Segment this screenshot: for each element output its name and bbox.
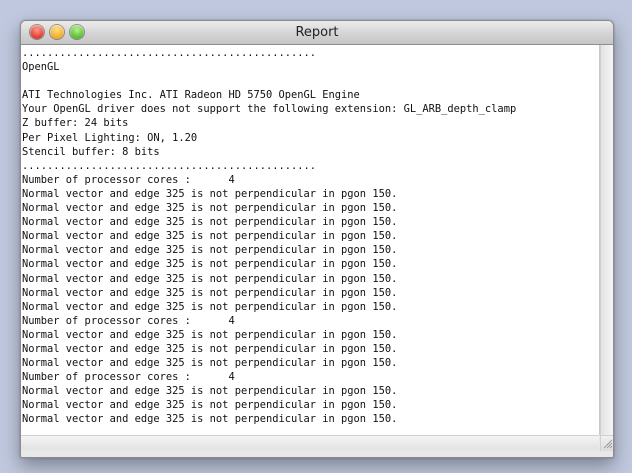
report-line: ATI Technologies Inc. ATI Radeon HD 5750… <box>22 89 360 102</box>
report-line: Normal vector and edge 325 is not perpen… <box>22 413 398 426</box>
report-line: Normal vector and edge 325 is not perpen… <box>22 187 398 200</box>
vertical-scrollbar[interactable] <box>600 45 613 435</box>
report-line: Normal vector and edge 325 is not perpen… <box>22 258 398 271</box>
horizontal-scrollbar[interactable] <box>21 435 599 450</box>
resize-grip-icon <box>603 439 613 449</box>
report-line: Normal vector and edge 325 is not perpen… <box>22 385 398 398</box>
title-bar[interactable]: Report <box>21 21 613 45</box>
resize-handle[interactable] <box>600 435 613 451</box>
report-line: Z buffer: 24 bits <box>22 117 129 130</box>
report-line: ........................................… <box>22 47 317 59</box>
report-line: Normal vector and edge 325 is not perpen… <box>22 342 398 355</box>
report-line: Normal vector and edge 325 is not perpen… <box>22 357 398 370</box>
report-line: Normal vector and edge 325 is not perpen… <box>22 328 398 341</box>
report-line: Normal vector and edge 325 is not perpen… <box>22 244 398 257</box>
report-line: Number of processor cores : 4 <box>22 371 235 384</box>
report-line: Per Pixel Lighting: ON, 1.20 <box>22 131 198 144</box>
report-line: Stencil buffer: 8 bits <box>22 145 160 158</box>
report-text-area[interactable]: ........................................… <box>21 45 600 435</box>
report-line: Your OpenGL driver does not support the … <box>22 103 517 116</box>
report-log: ........................................… <box>22 46 516 427</box>
report-line: Normal vector and edge 325 is not perpen… <box>22 202 398 215</box>
report-line: ........................................… <box>22 159 317 172</box>
report-window: Report .................................… <box>20 20 614 458</box>
report-line: Number of processor cores : 4 <box>22 314 235 327</box>
report-line: Normal vector and edge 325 is not perpen… <box>22 399 398 412</box>
report-line: OpenGL <box>22 61 60 74</box>
window-title: Report <box>295 25 339 40</box>
report-line: Normal vector and edge 325 is not perpen… <box>22 272 398 285</box>
report-line: Normal vector and edge 325 is not perpen… <box>22 300 398 313</box>
report-line: Normal vector and edge 325 is not perpen… <box>22 286 398 299</box>
report-line <box>22 74 516 88</box>
report-line: Normal vector and edge 325 is not perpen… <box>22 230 398 243</box>
report-line: Normal vector and edge 325 is not perpen… <box>22 216 398 229</box>
report-line: Number of processor cores : 4 <box>22 173 235 186</box>
